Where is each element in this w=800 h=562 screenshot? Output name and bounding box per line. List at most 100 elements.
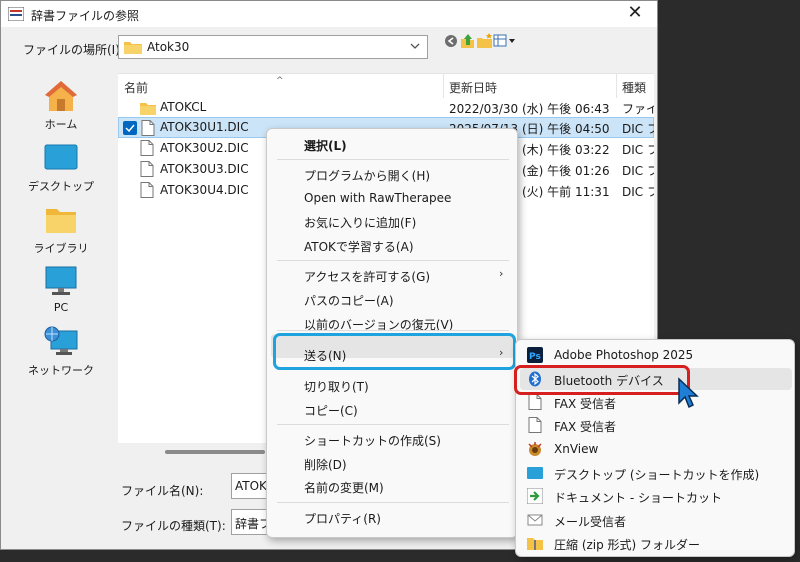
menu-item-open-with[interactable]: プログラムから開く(H) [304,167,430,184]
column-divider[interactable] [616,74,617,98]
menu-item-add-favorites[interactable]: お気に入りに追加(F) [304,214,416,231]
shortcut-arrow-icon [527,488,543,504]
file-name: ATOK30U4.DIC [160,183,249,197]
filename-input[interactable]: ATOK [231,473,271,499]
menu-item-properties[interactable]: プロパティ(R) [304,510,381,527]
folder-icon [140,103,156,115]
send-to-mail[interactable]: メール受信者 [554,513,626,530]
file-row[interactable]: ATOKCL 2022/03/30 (水) 午後 06:43 ファイル [118,97,654,118]
xnview-icon [528,442,542,456]
location-combobox[interactable]: Atok30 [118,35,428,59]
send-to-zip[interactable]: 圧縮 (zip 形式) フォルダー [554,536,700,553]
send-to-highlight-frame [273,333,516,370]
submenu-arrow-icon: › [499,267,504,280]
file-type: DIC フ [622,143,654,157]
place-network[interactable]: ネットワーク [23,325,99,385]
photoshop-icon: Ps [527,347,543,363]
send-to-fax-2[interactable]: FAX 受信者 [554,418,616,435]
file-type: ファイル [622,102,654,116]
checkmark-icon [125,124,135,133]
location-label: ファイルの場所(I): [23,43,124,57]
chevron-down-icon[interactable] [409,41,421,51]
checkbox-checked[interactable] [123,121,137,135]
menu-separator [277,260,509,261]
menu-separator [277,330,509,331]
desktop-icon [527,467,543,479]
fax-document-icon [528,394,542,410]
title-bar: 辞書ファイルの参照 ✕ [1,1,657,27]
zip-folder-icon [527,538,543,550]
mouse-pointer-icon [678,377,699,409]
send-to-desktop[interactable]: デスクトップ (ショートカットを作成) [554,466,759,483]
horizontal-scrollbar[interactable] [165,450,265,454]
menu-item-select[interactable]: 選択(L) [304,137,347,154]
menu-item-copy[interactable]: コピー(C) [304,402,358,419]
menu-item-copy-path[interactable]: パスのコピー(A) [304,292,394,309]
place-home[interactable]: ホーム [23,79,99,139]
app-icon [8,7,24,21]
file-name: ATOKCL [160,100,207,114]
file-icon [140,182,154,198]
menu-item-atok-learn[interactable]: ATOKで学習する(A) [304,238,414,255]
up-folder-icon[interactable] [459,33,477,49]
file-type: DIC フ [622,185,654,199]
menu-item-rename[interactable]: 名前の変更(M) [304,479,384,496]
place-pc[interactable]: PC [23,264,99,324]
file-name: ATOK30U1.DIC [160,120,249,134]
menu-separator [277,502,509,503]
column-header-type[interactable]: 種類 [622,79,646,96]
file-date: (火) 午前 11:31 [522,185,610,199]
send-to-xnview[interactable]: XnView [554,442,598,456]
file-name: ATOK30U3.DIC [160,162,249,176]
back-icon[interactable] [442,33,460,49]
mail-icon [527,514,543,526]
file-icon [140,140,154,156]
bluetooth-highlight-frame [514,365,690,395]
file-date: (木) 午後 03:22 [522,143,610,157]
svg-text:Ps: Ps [529,352,541,362]
file-icon [140,161,154,177]
file-type: DIC フ [622,164,654,178]
file-date: 2022/03/30 (水) 午後 06:43 [449,102,610,116]
network-icon [44,326,78,355]
filetype-select[interactable]: 辞書フ [231,509,271,535]
file-list-header: 名前 ^ 更新日時 種類 [118,74,654,98]
place-label: ホーム [44,118,78,131]
send-to-documents[interactable]: ドキュメント - ショートカット [554,489,722,506]
send-to-fax-1[interactable]: FAX 受信者 [554,395,616,412]
library-icon [46,209,76,233]
place-label: デスクトップ [28,180,94,193]
menu-item-create-shortcut[interactable]: ショートカットの作成(S) [304,432,441,449]
menu-separator [277,424,509,425]
file-date: (金) 午後 01:26 [522,164,610,178]
pc-icon [45,266,77,295]
filetype-label: ファイルの種類(T): [121,519,226,533]
place-label: ライブラリ [33,242,89,255]
fax-document-icon [528,417,542,433]
place-library[interactable]: ライブラリ [23,203,99,263]
close-button[interactable]: ✕ [613,1,657,27]
close-icon: ✕ [627,2,643,23]
column-header-name[interactable]: 名前 [124,79,148,96]
place-label: ネットワーク [28,364,94,377]
menu-item-cut[interactable]: 切り取り(T) [304,378,369,395]
place-desktop[interactable]: デスクトップ [23,141,99,201]
sort-ascending-icon: ^ [276,76,284,86]
folder-icon [124,42,142,54]
column-divider[interactable] [443,74,444,98]
send-to-photoshop[interactable]: Adobe Photoshop 2025 [554,348,693,362]
new-folder-icon[interactable] [476,33,494,49]
desktop-icon [44,144,78,170]
view-menu-icon[interactable] [493,33,517,49]
file-type: DIC フ [622,122,654,136]
home-icon [45,81,77,111]
place-label: PC [53,301,69,314]
file-icon [141,120,155,136]
menu-item-grant-access[interactable]: アクセスを許可する(G) [304,268,430,285]
window-title: 辞書ファイルの参照 [31,9,140,23]
column-header-date[interactable]: 更新日時 [449,79,497,96]
menu-item-open-rawtherapee[interactable]: Open with RawTherapee [304,191,451,205]
location-value: Atok30 [147,40,190,54]
menu-item-delete[interactable]: 削除(D) [304,456,347,473]
filename-label: ファイル名(N): [121,484,204,498]
